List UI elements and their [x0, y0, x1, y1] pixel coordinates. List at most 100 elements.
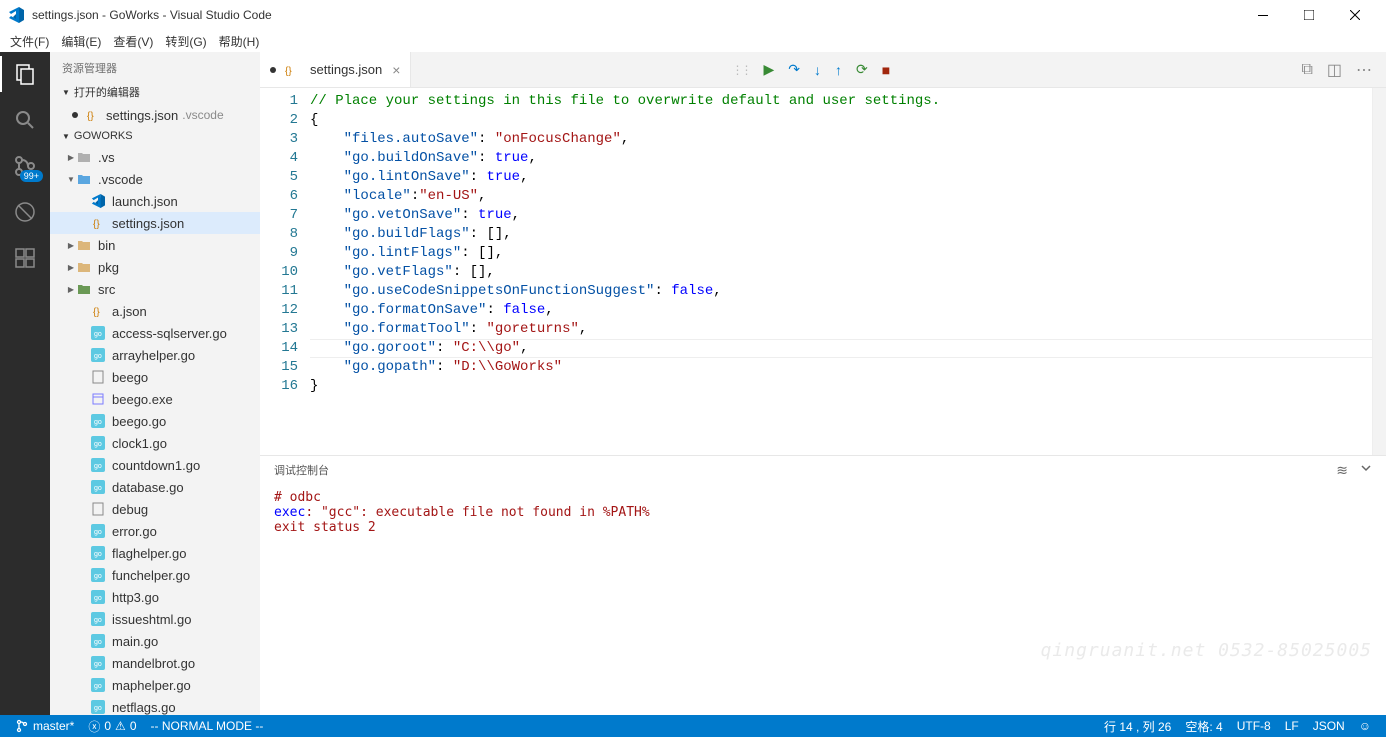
- tree-file[interactable]: gomain.go: [50, 630, 260, 652]
- tree-file[interactable]: goaccess-sqlserver.go: [50, 322, 260, 344]
- editor-area: {} settings.json × ⋮⋮ ▶ ↷ ↓ ↑ ⟳ ■ ⧉ ◫ ⋯ …: [260, 52, 1386, 715]
- file-icon: go: [90, 523, 106, 539]
- code-content[interactable]: // Place your settings in this file to o…: [310, 88, 1372, 455]
- activity-scm-icon[interactable]: 99+: [11, 152, 39, 180]
- tree-label: http3.go: [112, 590, 159, 605]
- scm-badge: 99+: [20, 170, 43, 182]
- tree-label: .vs: [98, 150, 115, 165]
- debug-step-into-icon[interactable]: ↓: [814, 62, 821, 78]
- workspace-root-section[interactable]: ▼ GOWORKS: [50, 126, 260, 146]
- debug-step-over-icon[interactable]: ↷: [788, 61, 800, 78]
- status-indentation[interactable]: 空格: 4: [1178, 718, 1229, 735]
- debug-restart-icon[interactable]: ⟳: [856, 61, 868, 78]
- close-icon[interactable]: ×: [392, 62, 400, 78]
- menu-help[interactable]: 帮助(H): [213, 31, 266, 52]
- file-icon: [90, 369, 106, 385]
- activity-search-icon[interactable]: [11, 106, 39, 134]
- json-file-icon: {}: [282, 62, 298, 78]
- tree-file[interactable]: go maphelper.go: [50, 674, 260, 696]
- tree-file[interactable]: goclock1.go: [50, 432, 260, 454]
- activity-debug-icon[interactable]: [11, 198, 39, 226]
- open-editor-item[interactable]: {} settings.json .vscode: [50, 104, 260, 126]
- open-editors-section[interactable]: ▼ 打开的编辑器: [50, 80, 260, 104]
- status-eol[interactable]: LF: [1278, 718, 1306, 735]
- file-icon: [90, 501, 106, 517]
- file-icon: go: [90, 435, 106, 451]
- tree-label: src: [98, 282, 115, 297]
- tree-file[interactable]: {}settings.json: [50, 212, 260, 234]
- status-branch[interactable]: master*: [8, 719, 81, 733]
- menu-goto[interactable]: 转到(G): [159, 31, 212, 52]
- svg-text:go: go: [94, 661, 102, 668]
- menu-file[interactable]: 文件(F): [4, 31, 55, 52]
- line-number-gutter: 12345678910111213141516: [260, 88, 310, 455]
- console-line: exec: "gcc": executable file not found i…: [274, 505, 1372, 520]
- tree-folder[interactable]: ▶.vs: [50, 146, 260, 168]
- activity-explorer-icon[interactable]: [11, 60, 39, 88]
- tree-file[interactable]: goerror.go: [50, 520, 260, 542]
- file-icon: [76, 149, 92, 165]
- tree-file[interactable]: debug: [50, 498, 260, 520]
- tree-file[interactable]: go http3.go: [50, 586, 260, 608]
- debug-stop-icon[interactable]: ■: [882, 62, 890, 78]
- tree-file[interactable]: {}a.json: [50, 300, 260, 322]
- svg-text:go: go: [94, 353, 102, 360]
- panel-chevron-icon[interactable]: [1360, 462, 1372, 479]
- tree-file[interactable]: gocountdown1.go: [50, 454, 260, 476]
- file-tree[interactable]: ▶.vs▼.vscodelaunch.json{}settings.json▶b…: [50, 146, 260, 715]
- chevron-down-icon: ▼: [62, 132, 70, 141]
- activity-extensions-icon[interactable]: [11, 244, 39, 272]
- menu-view[interactable]: 查看(V): [107, 31, 159, 52]
- tab-settings-json[interactable]: {} settings.json ×: [260, 52, 411, 87]
- status-encoding[interactable]: UTF-8: [1230, 718, 1278, 735]
- compare-icon[interactable]: ⧉: [1301, 61, 1312, 79]
- tree-label: bin: [98, 238, 115, 253]
- debug-step-out-icon[interactable]: ↑: [835, 62, 842, 78]
- file-icon: go: [90, 589, 106, 605]
- tree-label: maphelper.go: [112, 678, 191, 693]
- debug-continue-icon[interactable]: ▶: [763, 61, 774, 78]
- tree-file[interactable]: gonetflags.go: [50, 696, 260, 715]
- tree-folder[interactable]: ▶pkg: [50, 256, 260, 278]
- file-icon: go: [90, 611, 106, 627]
- tree-file[interactable]: beego: [50, 366, 260, 388]
- status-language[interactable]: JSON: [1306, 718, 1352, 735]
- file-icon: go: [90, 457, 106, 473]
- tree-file[interactable]: goissueshtml.go: [50, 608, 260, 630]
- tree-file[interactable]: gomandelbrot.go: [50, 652, 260, 674]
- svg-text:go: go: [94, 463, 102, 470]
- status-cursor-position[interactable]: 行 14 , 列 26: [1097, 718, 1178, 735]
- split-editor-icon[interactable]: ◫: [1327, 60, 1342, 80]
- panel-title[interactable]: 调试控制台: [274, 462, 329, 478]
- status-feedback-icon[interactable]: ☺: [1352, 718, 1378, 735]
- tree-folder[interactable]: ▼.vscode: [50, 168, 260, 190]
- svg-text:go: go: [94, 485, 102, 492]
- tree-folder[interactable]: ▶src: [50, 278, 260, 300]
- tree-file[interactable]: gobeego.go: [50, 410, 260, 432]
- window-close-button[interactable]: [1332, 0, 1378, 30]
- window-maximize-button[interactable]: [1286, 0, 1332, 30]
- status-problems[interactable]: ⓧ0 ⚠0: [81, 718, 143, 735]
- tree-file[interactable]: goarrayhelper.go: [50, 344, 260, 366]
- vscode-logo-icon: [8, 7, 24, 23]
- svg-text:go: go: [94, 683, 102, 690]
- drag-grip-icon[interactable]: ⋮⋮: [731, 63, 749, 77]
- window-minimize-button[interactable]: [1240, 0, 1286, 30]
- menu-edit[interactable]: 编辑(E): [55, 31, 107, 52]
- more-icon[interactable]: ⋯: [1356, 60, 1372, 80]
- file-icon: go: [90, 655, 106, 671]
- tree-file[interactable]: goflaghelper.go: [50, 542, 260, 564]
- tree-file[interactable]: gofunchelper.go: [50, 564, 260, 586]
- tree-label: debug: [112, 502, 148, 517]
- tree-file[interactable]: godatabase.go: [50, 476, 260, 498]
- panel-filter-icon[interactable]: ≋: [1336, 462, 1348, 479]
- svg-text:go: go: [94, 705, 102, 712]
- debug-console-output[interactable]: # odbcexec: "gcc": executable file not f…: [260, 484, 1386, 715]
- tree-file[interactable]: launch.json: [50, 190, 260, 212]
- minimap[interactable]: [1372, 88, 1386, 455]
- activitybar: 99+: [0, 52, 50, 715]
- debug-toolbar[interactable]: ⋮⋮ ▶ ↷ ↓ ↑ ⟳ ■: [731, 52, 890, 87]
- code-editor[interactable]: 12345678910111213141516 // Place your se…: [260, 88, 1386, 455]
- tree-folder[interactable]: ▶bin: [50, 234, 260, 256]
- tree-file[interactable]: beego.exe: [50, 388, 260, 410]
